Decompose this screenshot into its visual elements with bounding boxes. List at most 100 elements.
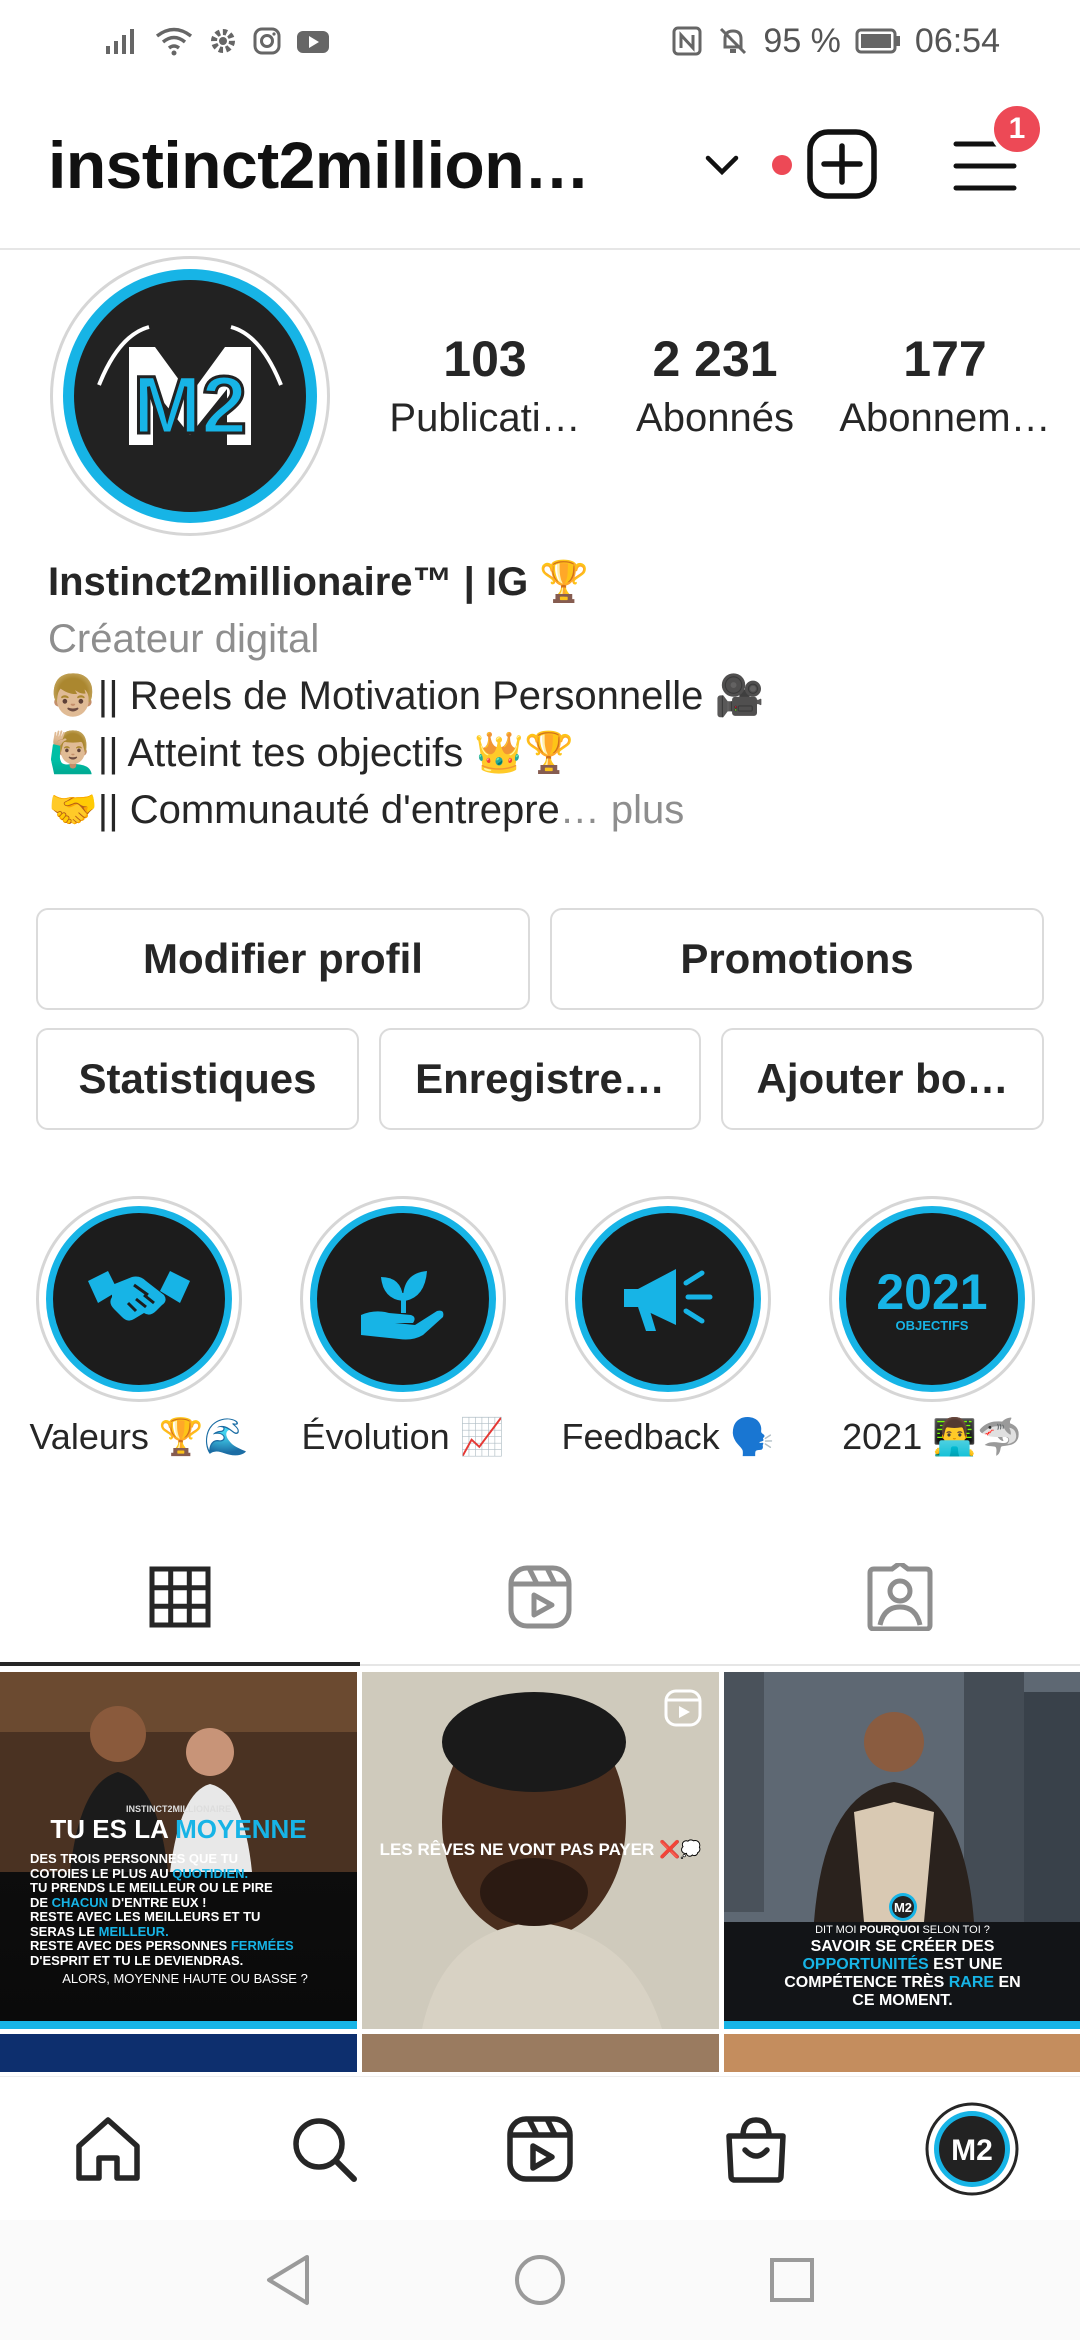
stat-posts[interactable]: 103 Publicati… [370, 330, 600, 441]
highlight-ring [565, 1196, 771, 1402]
create-button[interactable] [806, 128, 878, 205]
post-thumbnail[interactable]: M2 DIT MOI POURQUOI SELON TOI ? SAVOIR S… [724, 1672, 1080, 2029]
stat-following-value: 177 [903, 331, 987, 387]
home-circle-icon[interactable] [513, 2253, 567, 2307]
status-left-icons [104, 26, 330, 56]
svg-text:M2: M2 [894, 1900, 912, 1915]
nav-home[interactable] [48, 2089, 168, 2209]
post-3-logo: M2 [889, 1893, 917, 1921]
recents-icon[interactable] [767, 2255, 817, 2305]
post-thumbnail[interactable]: LES RÊVES NE VONT PAS PAYER ❌💭 [362, 1672, 719, 2029]
grid-icon [149, 1566, 211, 1628]
account-switcher-chevron[interactable] [704, 153, 740, 177]
profile-tabs [0, 1530, 1080, 1666]
home-icon [76, 2116, 140, 2181]
post-3-line: COMPÉTENCE TRÈS RARE EN [784, 1974, 1021, 1991]
chevron-down-icon [705, 155, 739, 176]
clock: 06:54 [914, 21, 1000, 60]
post-thumbnail[interactable] [724, 2034, 1080, 2072]
android-nav-bar [0, 2220, 1080, 2340]
bio-line-2: 🙋🏼‍♂️|| Atteint tes objectifs 👑🏆 [48, 731, 574, 775]
stat-posts-label: Publicati… [389, 396, 581, 440]
nav-search[interactable] [264, 2089, 384, 2209]
promotions-button[interactable]: Promotions [550, 908, 1044, 1010]
post-3-question: DIT MOI POURQUOI SELON TOI ? [815, 1924, 990, 1936]
add-button-button[interactable]: Ajouter bo… [721, 1028, 1044, 1130]
saved-button[interactable]: Enregistre… [379, 1028, 701, 1130]
post-1-headline: TU ES LA MOYENNE [0, 1814, 357, 1845]
megaphone-icon [624, 1269, 713, 1331]
post-3-body: SAVOIR SE CRÉER DES OPPORTUNITÉS EST UNE… [724, 1938, 1080, 2010]
unread-dot [772, 155, 792, 175]
edit-profile-button[interactable]: Modifier profil [36, 908, 530, 1010]
stat-following[interactable]: 177 Abonnem… [830, 330, 1060, 441]
tab-tagged[interactable] [720, 1530, 1080, 1664]
highlight-2021[interactable]: 2021 OBJECTIFS 2021 👨‍💻🦈 [829, 1196, 1035, 1458]
post-1-line: ALORS, MOYENNE HAUTE OU BASSE ? [62, 1971, 308, 1986]
highlight-label: Évolution 📈 [301, 1416, 505, 1457]
year-2021-icon: 2021 OBJECTIFS [876, 1267, 987, 1332]
stat-following-label: Abonnem… [839, 396, 1051, 440]
wifi-icon [155, 27, 193, 56]
nav-profile[interactable]: M2 [912, 2089, 1032, 2209]
post-2-caption: LES RÊVES NE VONT PAS PAYER ❌💭 [379, 1840, 702, 1859]
post-3-line: CE MOMENT. [852, 1992, 953, 2009]
bio-line-3-wrap: 🤝|| Communauté d'entrepre… plus [48, 782, 1038, 839]
stat-followers[interactable]: 2 231 Abonnés [600, 330, 830, 441]
highlight-cover: 2021 OBJECTIFS [839, 1206, 1025, 1392]
back-icon[interactable] [263, 2253, 313, 2307]
post-bottom-accent [0, 2021, 357, 2029]
profile-header: instinct2million… [0, 100, 1080, 230]
post-thumbnail[interactable]: INSTINCT2MILLIONAIRE TU ES LA MOYENNE DE… [0, 1672, 357, 2029]
post-1-line: D'ESPRIT ET TU LE DEVIENDRAS. [30, 1952, 244, 1968]
nav-reels[interactable] [480, 2089, 600, 2209]
tab-grid[interactable] [0, 1530, 360, 1666]
stat-posts-value: 103 [443, 331, 527, 387]
highlight-cover [575, 1206, 761, 1392]
post-1-line: RESTE AVEC LES MEILLEURS ET TU [30, 1909, 261, 1924]
post-1-headline-white: TU ES LA [50, 1814, 176, 1844]
logo-m2-avatar: M2 [63, 269, 317, 523]
bio-line-1: 👦🏼|| Reels de Motivation Personnelle 🎥 [48, 674, 765, 718]
post-thumbnail[interactable] [0, 2034, 357, 2072]
profile-stats: 103 Publicati… 2 231 Abonnés 177 Abonnem… [370, 330, 1060, 441]
bio-more-link[interactable]: … plus [560, 788, 685, 832]
profile-avatar: M2 [925, 2102, 1019, 2195]
header-divider [0, 248, 1080, 250]
post-1-line: SERAS LE MEILLEUR. [30, 1923, 169, 1939]
highlight-ring [300, 1196, 506, 1402]
highlight-ring [36, 1196, 242, 1402]
battery-percent: 95 % [763, 21, 841, 60]
profile-avatar-large[interactable]: M2 [50, 256, 330, 536]
reel-badge-icon [664, 1689, 702, 1727]
post-1-line: DES TROIS PERSONNES QUE TU [30, 1851, 239, 1866]
nav-shop[interactable] [696, 2089, 816, 2209]
reels-icon [508, 1565, 572, 1629]
svg-text:M2: M2 [133, 360, 247, 451]
tagged-icon [867, 1563, 933, 1631]
stat-followers-value: 2 231 [652, 331, 778, 387]
insights-button[interactable]: Statistiques [36, 1028, 359, 1130]
highlight-label: Feedback 🗣️ [561, 1416, 775, 1457]
svg-text:M2: M2 [951, 2134, 993, 2167]
reels-icon [507, 2115, 573, 2182]
stat-followers-label: Abonnés [636, 396, 794, 440]
post-bottom-accent [724, 2021, 1080, 2029]
youtube-icon [297, 31, 329, 53]
tab-reels[interactable] [360, 1530, 720, 1664]
profile-category: Créateur digital [48, 617, 320, 661]
highlight-feedback[interactable]: Feedback 🗣️ [562, 1196, 774, 1458]
account-switcher-username[interactable]: instinct2million… [48, 127, 608, 203]
post-thumbnail[interactable] [362, 2034, 719, 2072]
highlight-valeurs[interactable]: Valeurs 🏆🌊 [29, 1196, 249, 1458]
highlight-evolution[interactable]: Évolution 📈 [300, 1196, 506, 1458]
status-bar: 95 % 06:54 [0, 0, 1080, 82]
highlight-cover [310, 1206, 496, 1392]
post-1-line: TU PRENDS LE MEILLEUR OU LE PIRE [30, 1880, 273, 1895]
highlight-label: 2021 👨‍💻🦈 [842, 1416, 1022, 1457]
instagram-icon [253, 27, 281, 55]
post-3-line: OPPORTUNITÉS EST UNE [802, 1956, 1003, 1973]
post-1-line: DE CHACUN D'ENTRE EUX ! [30, 1894, 207, 1910]
highlight-ring: 2021 OBJECTIFS [829, 1196, 1035, 1402]
highlight-2021-small-text: OBJECTIFS [895, 1317, 969, 1333]
